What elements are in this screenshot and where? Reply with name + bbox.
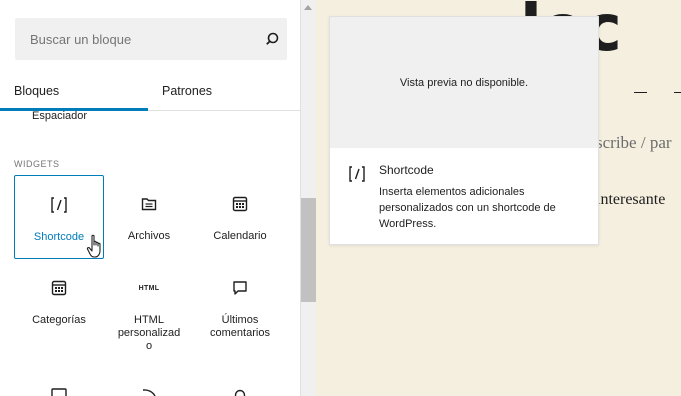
- block-label: Calendario: [213, 230, 267, 242]
- preview-unavailable-text: Vista previa no disponible.: [399, 76, 529, 89]
- block-archivos[interactable]: Archivos: [104, 175, 194, 259]
- tab-bloques[interactable]: Bloques: [0, 74, 148, 111]
- block-label-espaciador[interactable]: Espaciador: [32, 110, 87, 122]
- block-label: Categorías: [32, 314, 86, 326]
- block-ultimos-comentarios[interactable]: Últimos comentarios: [195, 259, 285, 343]
- partial-rss-icon: [142, 389, 156, 396]
- block-inserter-panel: Bloques Patrones Espaciador WIDGETS Shor…: [0, 0, 301, 396]
- scroll-up-arrow-icon[interactable]: [304, 5, 312, 10]
- shortcode-icon: [15, 195, 103, 215]
- folder-icon: [104, 194, 194, 214]
- divider-dash: [674, 92, 681, 93]
- post-body-text: interesante: [596, 191, 666, 208]
- scrollbar-thumb[interactable]: [301, 198, 316, 302]
- inserter-scrollbar[interactable]: [301, 0, 316, 396]
- preview-description: Inserta elementos adicionales personaliz…: [379, 186, 556, 230]
- block-categorias[interactable]: Categorías: [14, 259, 104, 343]
- preview-title: Shortcode: [379, 163, 434, 177]
- partial-search-icon: [234, 389, 246, 396]
- block-html-personalizado[interactable]: HTML HTML personalizad o: [104, 259, 194, 353]
- block-label: HTML personalizad o: [117, 314, 181, 352]
- block-calendario[interactable]: Calendario: [195, 175, 285, 259]
- block-label: Últimos comentarios: [210, 314, 270, 339]
- block-label: Archivos: [127, 230, 171, 242]
- inserter-tabs: Bloques Patrones: [0, 74, 300, 111]
- section-title-widgets: WIDGETS: [14, 159, 60, 169]
- block-preview-popover: Vista previa no disponible. Shortcode In…: [329, 16, 599, 245]
- calendar-icon: [195, 194, 285, 214]
- categories-icon: [14, 278, 104, 298]
- search-input[interactable]: [15, 18, 255, 60]
- search-box: [15, 18, 287, 60]
- hand-pointer-cursor-icon: [86, 234, 101, 258]
- tab-patrones[interactable]: Patrones: [148, 74, 300, 111]
- html-icon: HTML: [138, 284, 160, 292]
- partial-block-icon: [51, 388, 67, 396]
- comment-icon: [195, 278, 285, 298]
- search-icon[interactable]: [265, 30, 283, 48]
- shortcode-icon: [349, 166, 365, 182]
- preview-empty-area: Vista previa no disponible.: [330, 17, 598, 148]
- post-meta-text: scribe / par: [596, 133, 672, 152]
- divider-dash: [634, 92, 647, 93]
